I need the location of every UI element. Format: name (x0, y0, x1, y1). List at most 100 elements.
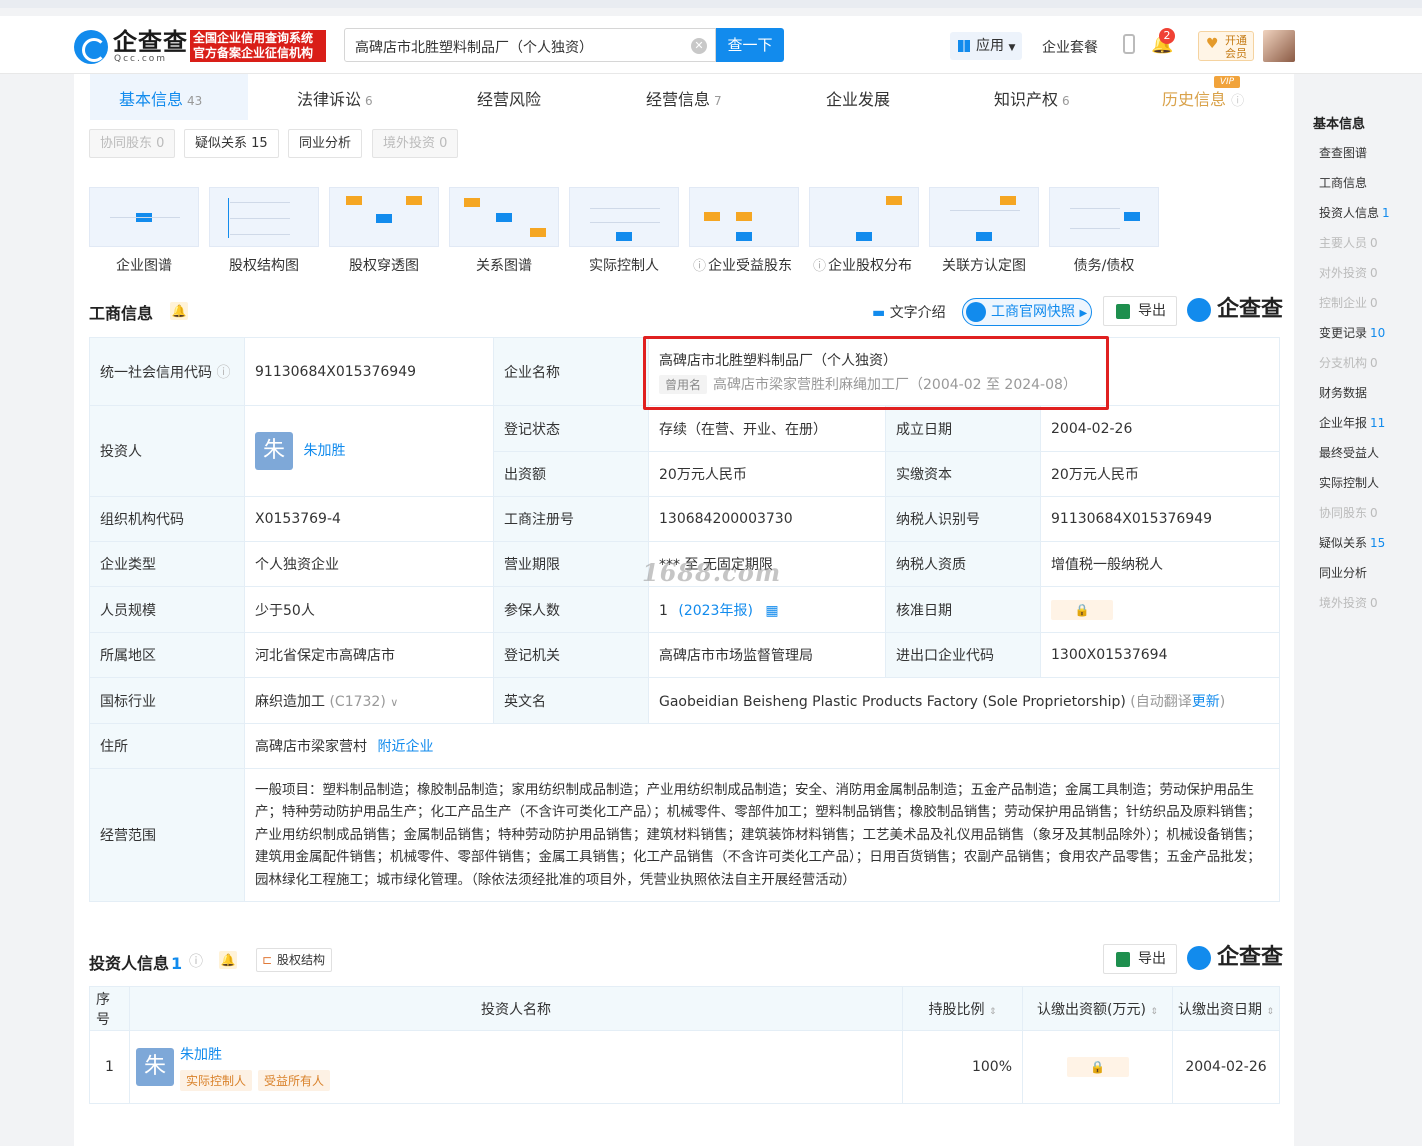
graph-label[interactable]: 债务/债权 (1049, 255, 1159, 275)
graph-label[interactable]: 关联方认定图 (929, 255, 1039, 275)
vip-tag: VIP (1214, 76, 1240, 88)
tab-label: 企业发展 (826, 90, 891, 109)
sidebar-item[interactable]: 财务数据 (1319, 384, 1367, 401)
chevron-down-icon: ▼ (1008, 43, 1016, 53)
info-icon: ⓘ (693, 259, 707, 274)
vip-button[interactable]: 开通 会员 (1198, 31, 1254, 61)
text-intro-link[interactable]: ▬ 文字介绍 (872, 302, 946, 322)
reg-no-label: 工商注册号 (493, 496, 649, 542)
logo-text[interactable]: 企查查 (113, 28, 188, 56)
sidebar-item[interactable]: 企业年报 11 (1319, 414, 1385, 431)
col-header-ratio[interactable]: 持股比例 ⇕ (902, 986, 1023, 1031)
sidebar-item[interactable]: 分支机构 0 (1319, 354, 1378, 371)
graph-label[interactable]: 实际控制人 (569, 255, 679, 275)
col-header-amount[interactable]: 认缴出资额(万元) ⇕ (1022, 986, 1173, 1031)
user-avatar[interactable] (1263, 30, 1295, 62)
sidebar-item[interactable]: 实际控制人 (1319, 474, 1379, 491)
found-date-label: 成立日期 (885, 405, 1041, 452)
graph-label[interactable]: 企业图谱 (89, 255, 199, 275)
sidebar-item[interactable]: 协同股东 0 (1319, 504, 1378, 521)
subscribe-bell-icon[interactable]: 🔔 (219, 951, 237, 969)
graph-card-equity-structure[interactable] (209, 187, 319, 247)
graph-label[interactable]: ⓘ 企业受益股东 (689, 255, 799, 275)
graph-card-equity-penetration[interactable] (329, 187, 439, 247)
sidebar-item[interactable]: 疑似关系 15 (1319, 534, 1385, 551)
search-button[interactable]: 查一下 (716, 28, 784, 62)
sidebar-item[interactable]: 查查图谱 (1319, 144, 1367, 161)
subscribe-bell-icon[interactable]: 🔔 (170, 302, 188, 320)
investor-avatar[interactable]: 朱 (136, 1048, 174, 1086)
clear-icon[interactable]: ✕ (691, 38, 707, 54)
graph-card-equity-distribution[interactable] (809, 187, 919, 247)
sidebar-item[interactable]: 投资人信息 1 (1319, 204, 1390, 221)
sidebar-item-label: 分支机构 (1319, 356, 1368, 370)
investor-export-button[interactable]: 导出 (1103, 944, 1177, 974)
tab-history[interactable]: 历史信息 ⓘ (1162, 86, 1244, 110)
graph-label[interactable]: 股权穿透图 (329, 255, 439, 275)
graph-card-relations[interactable] (449, 187, 559, 247)
phone-icon[interactable] (1123, 34, 1135, 54)
graph-card-enterprise[interactable] (89, 187, 199, 247)
translate-update-link[interactable]: 更新 (1192, 694, 1220, 710)
vip-lock-icon[interactable]: 🔒 (1051, 599, 1113, 620)
graph-label[interactable]: 股权结构图 (209, 255, 319, 275)
chart-icon[interactable]: ▦ (765, 603, 778, 619)
col-header-date[interactable]: 认缴出资日期 ⇕ (1172, 986, 1280, 1031)
tax-qual-label: 纳税人资质 (885, 541, 1041, 587)
insured-label: 参保人数 (493, 586, 649, 633)
industry-label: 国标行业 (89, 677, 245, 724)
qcc-logo-icon[interactable] (74, 30, 108, 64)
chip-peer-analysis[interactable]: 同业分析 (288, 129, 363, 158)
tab-development[interactable]: 企业发展 (826, 86, 890, 110)
export-button[interactable]: 导出 (1103, 296, 1177, 326)
chevron-down-icon: ∨ (390, 695, 399, 709)
tab-operation[interactable]: 经营信息 7 (646, 86, 722, 110)
tab-ip[interactable]: 知识产权 6 (994, 86, 1070, 110)
sidebar-item[interactable]: 主要人员 0 (1319, 234, 1378, 251)
nearby-companies-link[interactable]: 附近企业 (377, 739, 433, 755)
graph-label[interactable]: ⓘ 企业股权分布 (809, 255, 919, 275)
vip-lock-icon[interactable]: 🔒 (1066, 1057, 1129, 1077)
search-input[interactable]: 高碑店市北胜塑料制品厂（个人独资） ✕ (344, 28, 716, 62)
insured-year-link[interactable]: (2023年报) (678, 603, 753, 619)
info-icon[interactable]: ⓘ (189, 951, 203, 971)
tab-risk[interactable]: 经营风险 (477, 86, 541, 110)
graph-label[interactable]: 关系图谱 (449, 255, 559, 275)
sidebar-item[interactable]: 同业分析 (1319, 564, 1367, 581)
package-link[interactable]: 企业套餐 (1042, 37, 1098, 57)
role-tag-beneficiary[interactable]: 受益所有人 (258, 1069, 331, 1091)
investor-avatar[interactable]: 朱 (255, 432, 293, 470)
tab-label: 历史信息 (1162, 90, 1227, 109)
graph-card-related-party[interactable] (929, 187, 1039, 247)
graph-card-controller[interactable] (569, 187, 679, 247)
sidebar-item[interactable]: 控制企业 0 (1319, 294, 1378, 311)
sort-icon: ⇕ (1150, 1006, 1158, 1017)
sidebar-item[interactable]: 变更记录 10 (1319, 324, 1385, 341)
tab-lawsuits[interactable]: 法律诉讼 6 (297, 86, 373, 110)
equity-structure-button[interactable]: ⊏ 股权结构 (256, 948, 333, 972)
apps-menu-button[interactable]: 应用 ▼ (950, 32, 1022, 60)
sidebar-heading[interactable]: 基本信息 (1313, 113, 1365, 132)
sidebar-item-count: 0 (1370, 266, 1378, 280)
industry-cell[interactable]: 麻织造加工 (C1732) ∨ (244, 677, 494, 724)
sidebar-item[interactable]: 工商信息 (1319, 174, 1367, 191)
investor-name-link[interactable]: 朱加胜 (180, 1047, 222, 1063)
tab-basic-info[interactable]: 基本信息 43 (119, 86, 202, 110)
sidebar-item[interactable]: 最终受益人 (1319, 444, 1379, 461)
org-code-value: X0153769-4 (244, 496, 494, 542)
chip-co-shareholders[interactable]: 协同股东 0 (89, 129, 176, 158)
snapshot-button[interactable]: 工商官网快照 ▶ (962, 298, 1092, 326)
graph-card-beneficiary[interactable] (689, 187, 799, 247)
sidebar-item-label: 最终受益人 (1319, 446, 1380, 460)
tab-label: 经营风险 (477, 90, 542, 109)
chip-overseas-investment[interactable]: 境外投资 0 (372, 129, 459, 158)
date-value: 2004-02-26 (1172, 1030, 1280, 1104)
chip-suspected-relations[interactable]: 疑似关系 15 (184, 129, 279, 158)
investor-link[interactable]: 朱加胜 (303, 443, 345, 459)
graph-card-debt[interactable] (1049, 187, 1159, 247)
role-tag-controller[interactable]: 实际控制人 (180, 1069, 253, 1091)
sidebar-item[interactable]: 境外投资 0 (1319, 594, 1378, 611)
sidebar-item[interactable]: 对外投资 0 (1319, 264, 1378, 281)
sidebar-item-label: 实际控制人 (1319, 476, 1380, 490)
sidebar-item-count: 1 (1382, 206, 1390, 220)
